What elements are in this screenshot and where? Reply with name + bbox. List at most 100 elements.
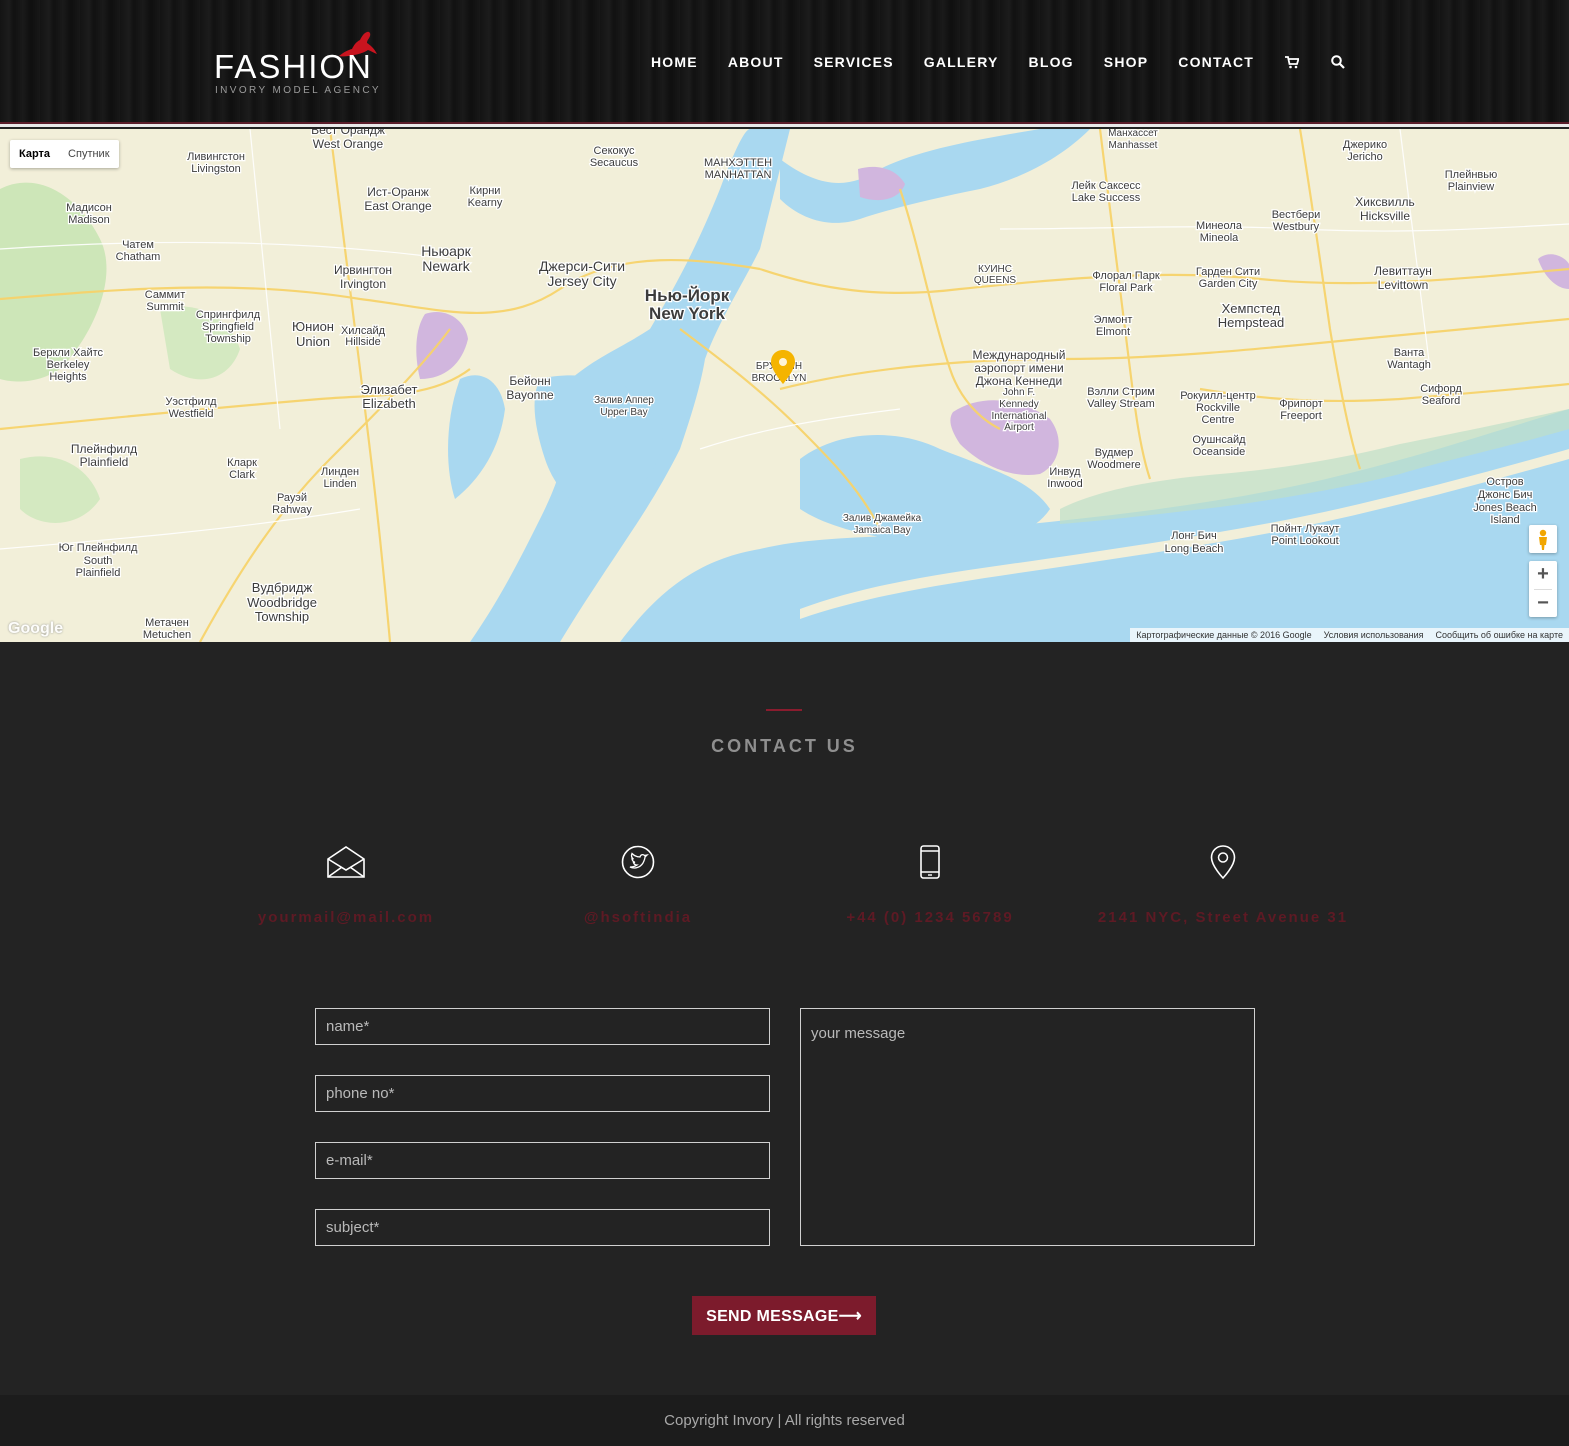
map-place-label: Clark xyxy=(229,469,255,481)
send-message-button[interactable]: SEND MESSAGE⟶ xyxy=(692,1296,876,1335)
map-place-label: Manhasset xyxy=(1109,140,1158,151)
map-type-toggle: Карта Спутник xyxy=(10,140,119,168)
nav-blog[interactable]: BLOG xyxy=(1029,54,1074,70)
map-place-label: Остров xyxy=(1486,476,1523,488)
zoom-in-button[interactable]: + xyxy=(1529,561,1557,589)
map-data-credit: Картографические данные © 2016 Google xyxy=(1136,630,1312,640)
email-value[interactable]: yourmail@mail.com xyxy=(200,909,492,926)
logo[interactable]: FASHION INVORY MODEL AGENCY xyxy=(214,30,389,100)
street-view-pegman-icon[interactable] xyxy=(1529,525,1557,553)
map-place-label: Саммит xyxy=(145,289,186,301)
section-title: CONTACT US xyxy=(711,736,858,756)
map-place-label: Metuchen xyxy=(143,629,191,641)
cart-icon[interactable] xyxy=(1284,54,1300,70)
map-place-label: Lake Success xyxy=(1072,192,1141,204)
map-place-label: МАНХЭТТЕН xyxy=(704,157,772,169)
google-map[interactable]: Нью-Йорк New York Ньюарк Newark Джерси-Сити J… xyxy=(0,129,1569,642)
map-place-label: Международный xyxy=(972,348,1065,362)
map-place-label: Newark xyxy=(422,258,470,274)
map-place-label: Secaucus xyxy=(590,157,639,169)
subject-field[interactable] xyxy=(315,1209,770,1246)
map-place-label: Гарден Сити xyxy=(1196,266,1260,278)
map-place-label: QUEENS xyxy=(974,275,1017,286)
map-place-label: Point Lookout xyxy=(1271,535,1338,547)
map-place-label: Irvington xyxy=(340,277,386,291)
site-header: FASHION INVORY MODEL AGENCY HOME ABOUT S… xyxy=(0,0,1569,127)
map-place-label: Мадисон xyxy=(66,202,112,214)
map-place-label: Джерико xyxy=(1343,139,1387,151)
phone-field[interactable] xyxy=(315,1075,770,1112)
map-place-label: Kearny xyxy=(468,197,503,209)
map-place-label: Инвуд xyxy=(1049,466,1081,478)
message-field[interactable] xyxy=(800,1008,1255,1246)
twitter-icon xyxy=(492,842,784,882)
map-place-label: Хиксвилль xyxy=(1355,195,1414,209)
map-place-label: Oceanside xyxy=(1193,446,1246,458)
map-place-label: Левиттаун xyxy=(1374,264,1432,278)
map-place-label: Airport xyxy=(1004,422,1034,433)
map-type-satellite-button[interactable]: Спутник xyxy=(59,140,118,168)
map-place-label: Ирвингтон xyxy=(334,263,392,277)
twitter-value[interactable]: @hsoftindia xyxy=(492,909,784,926)
main-nav: HOME ABOUT SERVICES GALLERY BLOG SHOP CO… xyxy=(651,52,1376,72)
nav-shop[interactable]: SHOP xyxy=(1104,54,1148,70)
map-place-label: Chatham xyxy=(116,251,161,263)
map-place-label: Лейк Саксесс xyxy=(1071,180,1141,192)
map-place-label: Plainview xyxy=(1448,181,1495,193)
map-place-label: Summit xyxy=(146,301,183,313)
map-type-map-button[interactable]: Карта xyxy=(10,140,59,168)
map-place-label: Вудмер xyxy=(1095,447,1134,459)
nav-contact[interactable]: CONTACT xyxy=(1178,54,1254,70)
contact-address: 2141 NYC, Street Avenue 31 xyxy=(1077,842,1369,926)
section-divider xyxy=(766,709,802,711)
map-place-label: Лонг Бич xyxy=(1171,530,1217,542)
map-place-label: Минеола xyxy=(1196,220,1243,232)
map-place-label: Нью-Йорк xyxy=(645,286,730,305)
map-terms-link[interactable]: Условия использования xyxy=(1318,628,1430,642)
map-place-label: Elmont xyxy=(1096,326,1130,338)
copyright-text: Copyright Invory | All rights reserved xyxy=(664,1412,905,1429)
name-field[interactable] xyxy=(315,1008,770,1045)
map-place-label: Valley Stream xyxy=(1087,398,1155,410)
map-place-label: Пойнт Лукаут xyxy=(1271,523,1340,535)
map-pin-icon xyxy=(1077,842,1369,882)
map-place-label: Bayonne xyxy=(506,388,554,402)
map-place-label: Freeport xyxy=(1280,410,1322,422)
map-place-label: Залив Аппер xyxy=(594,395,654,406)
nav-home[interactable]: HOME xyxy=(651,54,698,70)
zoom-out-button[interactable]: − xyxy=(1529,590,1557,618)
map-place-label: Бейонн xyxy=(509,374,550,388)
site-footer: Copyright Invory | All rights reserved xyxy=(0,1395,1569,1446)
email-field[interactable] xyxy=(315,1142,770,1179)
map-place-label: Springfield xyxy=(202,321,254,333)
map-place-label: Вест Орандж xyxy=(311,129,385,137)
map-canvas: Нью-ЙоркNew YorkНьюаркNewark Джерси-СитиJ… xyxy=(0,129,1569,642)
map-place-label: Livingston xyxy=(191,163,241,175)
nav-services[interactable]: SERVICES xyxy=(814,54,894,70)
map-place-label: Ливингстон xyxy=(187,151,245,163)
map-place-label: Elizabeth xyxy=(362,396,415,411)
nav-gallery[interactable]: GALLERY xyxy=(924,54,999,70)
map-place-label: South xyxy=(84,555,113,567)
nav-about[interactable]: ABOUT xyxy=(728,54,784,70)
map-place-label: Флорал Парк xyxy=(1092,270,1160,282)
map-place-label: West Orange xyxy=(313,137,384,151)
map-report-link[interactable]: Сообщить об ошибке на карте xyxy=(1430,628,1569,642)
map-place-label: Кирни xyxy=(470,185,501,197)
map-place-label: Wantagh xyxy=(1387,359,1431,371)
map-place-label: Woodmere xyxy=(1087,459,1141,471)
map-place-label: Фрипорт xyxy=(1279,398,1323,410)
map-place-label: Hicksville xyxy=(1360,209,1410,223)
map-place-label: Чатем xyxy=(122,239,154,251)
map-place-label: Union xyxy=(296,334,330,349)
map-place-label: Plainfield xyxy=(76,567,121,579)
brand-title: FASHION xyxy=(214,48,373,85)
google-logo: Google xyxy=(8,620,64,637)
map-place-label: Линден xyxy=(321,466,359,478)
brand-subtitle: INVORY MODEL AGENCY xyxy=(215,85,382,96)
map-place-label: Upper Bay xyxy=(600,407,647,418)
phone-value[interactable]: +44 (0) 1234 56789 xyxy=(784,909,1076,926)
map-place-label: Оушнсайд xyxy=(1192,434,1246,446)
search-icon[interactable] xyxy=(1330,54,1346,70)
map-place-label: Heights xyxy=(49,371,87,383)
